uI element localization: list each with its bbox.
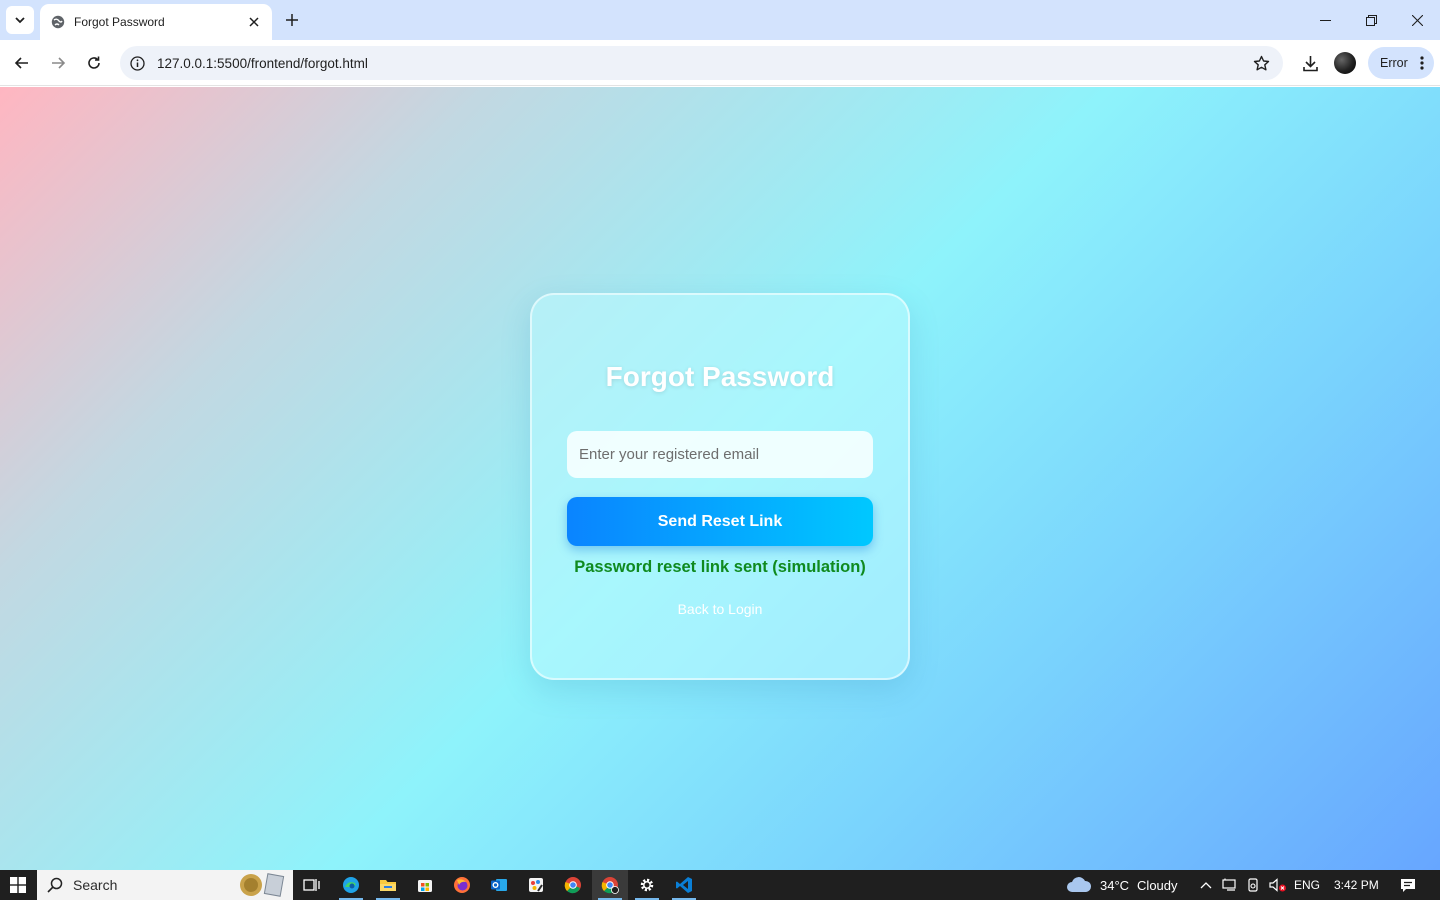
back-to-login-link[interactable]: Back to Login — [532, 601, 908, 617]
network-tray-button[interactable] — [1220, 870, 1240, 900]
taskbar-edge-button[interactable] — [333, 870, 369, 900]
outlook-icon — [491, 879, 507, 891]
taskbar-chrome-active-button[interactable] — [592, 870, 628, 900]
send-reset-link-button[interactable]: Send Reset Link — [567, 497, 873, 546]
notification-center-button[interactable] — [1396, 870, 1420, 900]
firefox-icon — [454, 877, 470, 893]
paint-icon — [529, 878, 543, 892]
vscode-icon — [676, 877, 692, 893]
taskbar-outlook-button[interactable] — [481, 870, 517, 900]
back-button[interactable] — [8, 49, 36, 77]
chrome-profile-icon — [601, 877, 619, 894]
profile-avatar[interactable] — [1334, 52, 1356, 74]
taskbar-settings-button[interactable] — [629, 870, 665, 900]
arrow-right-icon — [52, 57, 66, 69]
browser-toolbar: 127.0.0.1:5500/frontend/forgot.html — [0, 40, 1440, 86]
taskbar-file-explorer-button[interactable] — [370, 870, 406, 900]
plus-icon — [286, 14, 298, 26]
volume-tray-button[interactable] — [1267, 870, 1289, 900]
new-tab-button[interactable] — [280, 8, 304, 32]
taskbar-paint-button[interactable] — [518, 870, 554, 900]
arrow-left-icon — [14, 57, 28, 69]
browser-tab-strip: Forgot Password — [0, 0, 1440, 40]
edge-icon — [343, 877, 359, 893]
show-hidden-icons-button[interactable] — [1197, 870, 1215, 900]
restore-button[interactable] — [1348, 0, 1394, 40]
weather-condition: Cloudy — [1137, 877, 1178, 893]
status-message: Password reset link sent (simulation) — [574, 558, 866, 576]
taskbar-chrome-button[interactable] — [555, 870, 591, 900]
weather-widget[interactable]: 34°C Cloudy — [1066, 870, 1178, 900]
minimize-button[interactable] — [1302, 0, 1348, 40]
network-icon — [1222, 878, 1236, 891]
url-text: 127.0.0.1:5500/frontend/forgot.html — [157, 55, 368, 71]
task-view-button[interactable] — [294, 870, 330, 900]
store-icon — [418, 880, 432, 892]
address-bar[interactable]: 127.0.0.1:5500/frontend/forgot.html — [120, 46, 1283, 80]
forward-button[interactable] — [44, 49, 72, 77]
tab-search-button[interactable] — [6, 6, 34, 34]
profile-error-chip[interactable]: Error — [1368, 47, 1434, 79]
chrome-icon — [564, 877, 581, 894]
tab-title: Forgot Password — [74, 15, 165, 29]
device-icon — [1248, 878, 1258, 892]
gear-icon — [640, 878, 654, 892]
taskbar-search-box[interactable]: Search — [37, 870, 293, 900]
taskbar-search-label: Search — [73, 877, 118, 893]
search-highlight-art-icon — [240, 873, 285, 897]
start-button[interactable] — [0, 870, 36, 900]
page-viewport: Forgot Password Send Reset Link Password… — [0, 87, 1440, 870]
downloads-button[interactable] — [1296, 49, 1324, 77]
globe-icon — [50, 14, 66, 30]
notification-icon — [1401, 878, 1415, 892]
close-icon — [1411, 14, 1423, 26]
search-icon — [47, 877, 63, 893]
forgot-password-card: Forgot Password Send Reset Link Password… — [530, 293, 910, 680]
taskbar-store-button[interactable] — [407, 870, 443, 900]
meet-now-tray-button[interactable] — [1245, 870, 1263, 900]
site-info-icon[interactable] — [120, 46, 154, 80]
browser-tab-active[interactable]: Forgot Password — [40, 4, 272, 40]
chevron-down-icon — [15, 17, 25, 24]
bookmark-star-icon[interactable] — [1251, 53, 1271, 73]
email-field[interactable] — [567, 431, 873, 478]
error-chip-label: Error — [1380, 56, 1408, 70]
reload-icon — [88, 56, 100, 69]
cloud-icon — [1067, 877, 1092, 892]
reload-button[interactable] — [80, 49, 108, 77]
taskbar-firefox-button[interactable] — [444, 870, 480, 900]
download-icon — [1302, 55, 1318, 71]
more-vertical-icon — [1420, 55, 1424, 74]
restore-icon — [1365, 14, 1377, 26]
page-title: Forgot Password — [605, 361, 835, 392]
minimize-icon — [1319, 19, 1331, 21]
taskbar-vscode-button[interactable] — [666, 870, 702, 900]
volume-muted-icon — [1269, 878, 1286, 892]
task-view-icon — [303, 879, 320, 891]
chevron-up-icon — [1200, 882, 1212, 889]
close-icon[interactable] — [246, 14, 262, 30]
windows-logo-icon — [10, 877, 26, 893]
folder-icon — [380, 880, 396, 891]
windows-taskbar: Search 34°C Cloudy ENG 3:42 PM — [0, 870, 1440, 900]
weather-temperature: 34°C — [1100, 877, 1130, 893]
window-close-button[interactable] — [1394, 0, 1440, 40]
input-language-indicator[interactable]: ENG — [1294, 870, 1320, 900]
taskbar-clock[interactable]: 3:42 PM — [1334, 870, 1379, 900]
